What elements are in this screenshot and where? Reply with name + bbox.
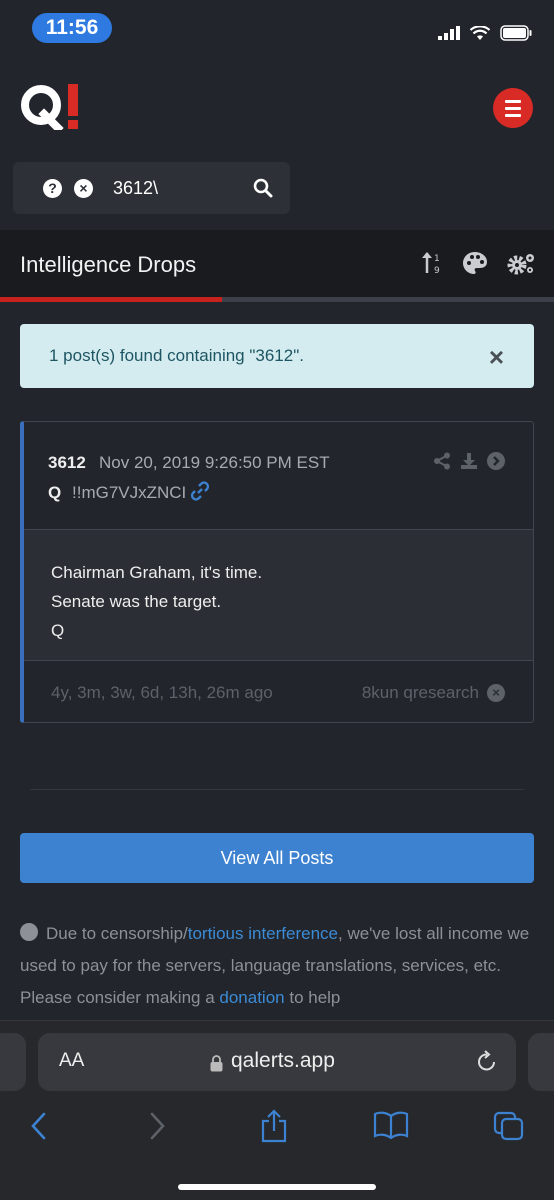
svg-text:1: 1 [434,254,440,264]
address-bar[interactable]: AA qalerts.app [38,1033,516,1091]
post-author: Q [48,483,62,502]
post-header: 3612 Nov 20, 2019 9:26:50 PM EST Q !!mG7… [24,422,533,530]
post-age: 4y, 3m, 3w, 6d, 13h, 26m ago [51,683,273,702]
search-icon[interactable] [253,178,273,198]
home-indicator [178,1184,376,1190]
search-bar: ? × [13,162,290,214]
notice-text: to help [284,988,341,1007]
alert-message: 1 post(s) found containing "3612". [49,346,304,365]
wifi-icon [470,25,490,40]
post-source[interactable]: 8kun qresearch [362,683,479,703]
reload-icon[interactable] [476,1050,498,1074]
status-time: 11:56 [32,13,112,43]
title-toolbar: 1 9 [422,251,536,275]
arrow-circle-right-icon[interactable] [487,452,505,470]
status-bar: 11:56 [0,0,554,58]
back-icon[interactable] [29,1111,49,1141]
status-icons [438,22,532,44]
link-icon[interactable] [190,481,210,501]
bookmarks-icon[interactable] [373,1111,409,1139]
donation-notice: Due to censorship/tortious interference,… [20,918,540,1014]
reader-options-button[interactable]: AA [59,1050,84,1072]
page-title: Intelligence Drops [20,252,197,277]
donation-link[interactable]: donation [219,988,284,1007]
post-body: Chairman Graham, it's time. Senate was t… [24,530,533,661]
palette-icon[interactable] [462,251,488,275]
browser-nav [0,1109,554,1151]
search-input[interactable] [113,175,243,201]
svg-text:9: 9 [434,266,440,275]
sort-icon[interactable]: 1 9 [422,251,444,275]
divider [30,789,524,790]
post-body-line: Senate was the target. [51,592,222,611]
settings-icon[interactable] [506,251,536,275]
hamburger-icon [505,99,521,103]
previous-tab-preview[interactable] [0,1033,26,1091]
progress-bar [0,297,554,302]
question-icon[interactable]: ? [43,179,62,198]
forward-icon[interactable] [147,1111,167,1141]
post-actions [433,452,505,470]
battery-icon [500,25,532,41]
post-card: 3612 Nov 20, 2019 9:26:50 PM EST Q !!mG7… [20,421,534,723]
post-datetime: Nov 20, 2019 9:26:50 PM EST [99,453,330,472]
share-icon[interactable] [433,452,451,470]
view-all-posts-button[interactable]: View All Posts [20,833,534,883]
close-icon[interactable]: × [489,342,504,373]
search-result-alert: 1 post(s) found containing "3612". × [20,324,534,388]
clear-icon[interactable]: × [74,179,93,198]
site-header [0,58,554,148]
menu-button[interactable] [493,88,533,128]
close-icon[interactable]: × [487,684,505,702]
next-tab-preview[interactable] [528,1033,554,1091]
q-logo[interactable] [20,84,82,130]
browser-toolbar: AA qalerts.app [0,1020,554,1200]
money-icon [20,923,38,941]
title-bar: Intelligence Drops 1 9 [0,230,554,297]
lock-icon [210,1055,223,1072]
post-body-line: Q [51,621,65,640]
tortious-interference-link[interactable]: tortious interference [188,924,338,943]
progress-fill [0,297,222,302]
download-icon[interactable] [460,452,478,470]
url-text: qalerts.app [231,1049,335,1072]
post-body-line: Chairman Graham, it's time. [51,563,263,582]
notice-text: Due to censorship/ [46,924,188,943]
post-number[interactable]: 3612 [48,453,86,473]
post-tripcode: !!mG7VJxZNCI [72,483,187,502]
share-icon[interactable] [260,1109,288,1143]
tabs-icon[interactable] [493,1111,525,1141]
signal-icon [438,26,460,40]
